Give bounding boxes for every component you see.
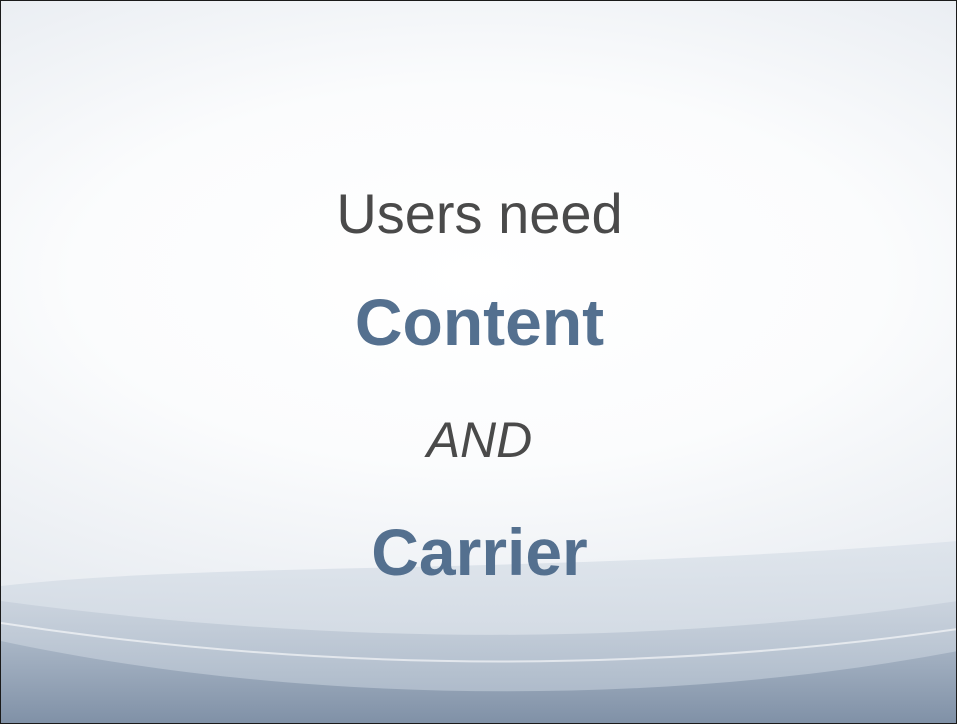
line-content: Content: [354, 285, 605, 359]
slide-background-waves: [1, 541, 956, 723]
line-carrier: Carrier: [371, 515, 588, 589]
line-and: AND: [426, 412, 533, 468]
presentation-slide: Users need Content AND Carrier: [0, 0, 957, 724]
line-users-need: Users need: [336, 182, 623, 245]
